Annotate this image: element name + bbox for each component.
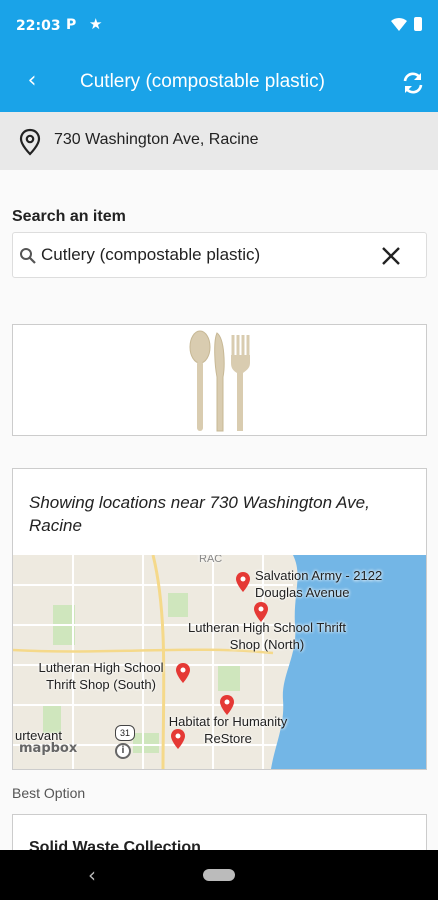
map-marker-icon[interactable]	[171, 729, 185, 749]
map-label-lutheran-north: Lutheran High School Thrift Shop (North)	[187, 620, 347, 652]
map-label-lutheran-south: Lutheran High School Thrift Shop (South)	[38, 660, 164, 692]
search-box[interactable]	[12, 232, 427, 278]
close-icon[interactable]	[379, 244, 403, 268]
app-bar: ‹ Cutlery (compostable plastic)	[0, 54, 438, 112]
refresh-icon[interactable]	[400, 70, 426, 96]
info-icon[interactable]: i	[115, 743, 131, 759]
star-icon: ★	[89, 15, 103, 33]
map-marker-icon[interactable]	[236, 572, 250, 592]
search-icon	[20, 248, 36, 264]
map-label-salvation-army: Salvation Army - 2122 Douglas Avenue	[255, 568, 383, 600]
status-time: 22:03	[16, 18, 61, 34]
map-marker-icon[interactable]	[220, 695, 234, 715]
status-bar: 22:03 P ★	[0, 0, 438, 54]
map-marker-icon[interactable]	[176, 663, 190, 683]
best-option-label: Best Option	[12, 785, 86, 801]
nav-back-icon[interactable]: ‹	[88, 863, 96, 887]
page-title: Cutlery (compostable plastic)	[80, 71, 325, 92]
location-pin-icon	[19, 128, 41, 156]
back-arrow-icon[interactable]: ‹	[20, 68, 44, 93]
locations-map-card: Showing locations near 730 Washington Av…	[12, 468, 427, 770]
search-section: Search an item	[0, 170, 438, 290]
cutlery-image	[189, 330, 250, 432]
system-nav-bar: ‹	[0, 850, 438, 900]
item-image-card	[12, 324, 427, 436]
parking-notification-icon: P	[66, 17, 77, 33]
map-caption: Showing locations near 730 Washington Av…	[29, 493, 370, 535]
nav-home-icon[interactable]	[203, 869, 235, 881]
map-view[interactable]: RAC Salvation Army - 2122 Douglas Avenue…	[13, 555, 426, 769]
mapbox-logo[interactable]: mapbox	[19, 741, 77, 756]
search-label: Search an item	[12, 208, 126, 225]
current-address: 730 Washington Ave, Racine	[54, 131, 259, 148]
battery-icon	[414, 17, 422, 31]
location-bar[interactable]: 730 Washington Ave, Racine	[0, 112, 438, 170]
wifi-icon	[391, 17, 407, 31]
road-label: RAC	[199, 555, 223, 565]
route-shield: 31	[115, 725, 135, 741]
search-input[interactable]	[41, 241, 371, 269]
